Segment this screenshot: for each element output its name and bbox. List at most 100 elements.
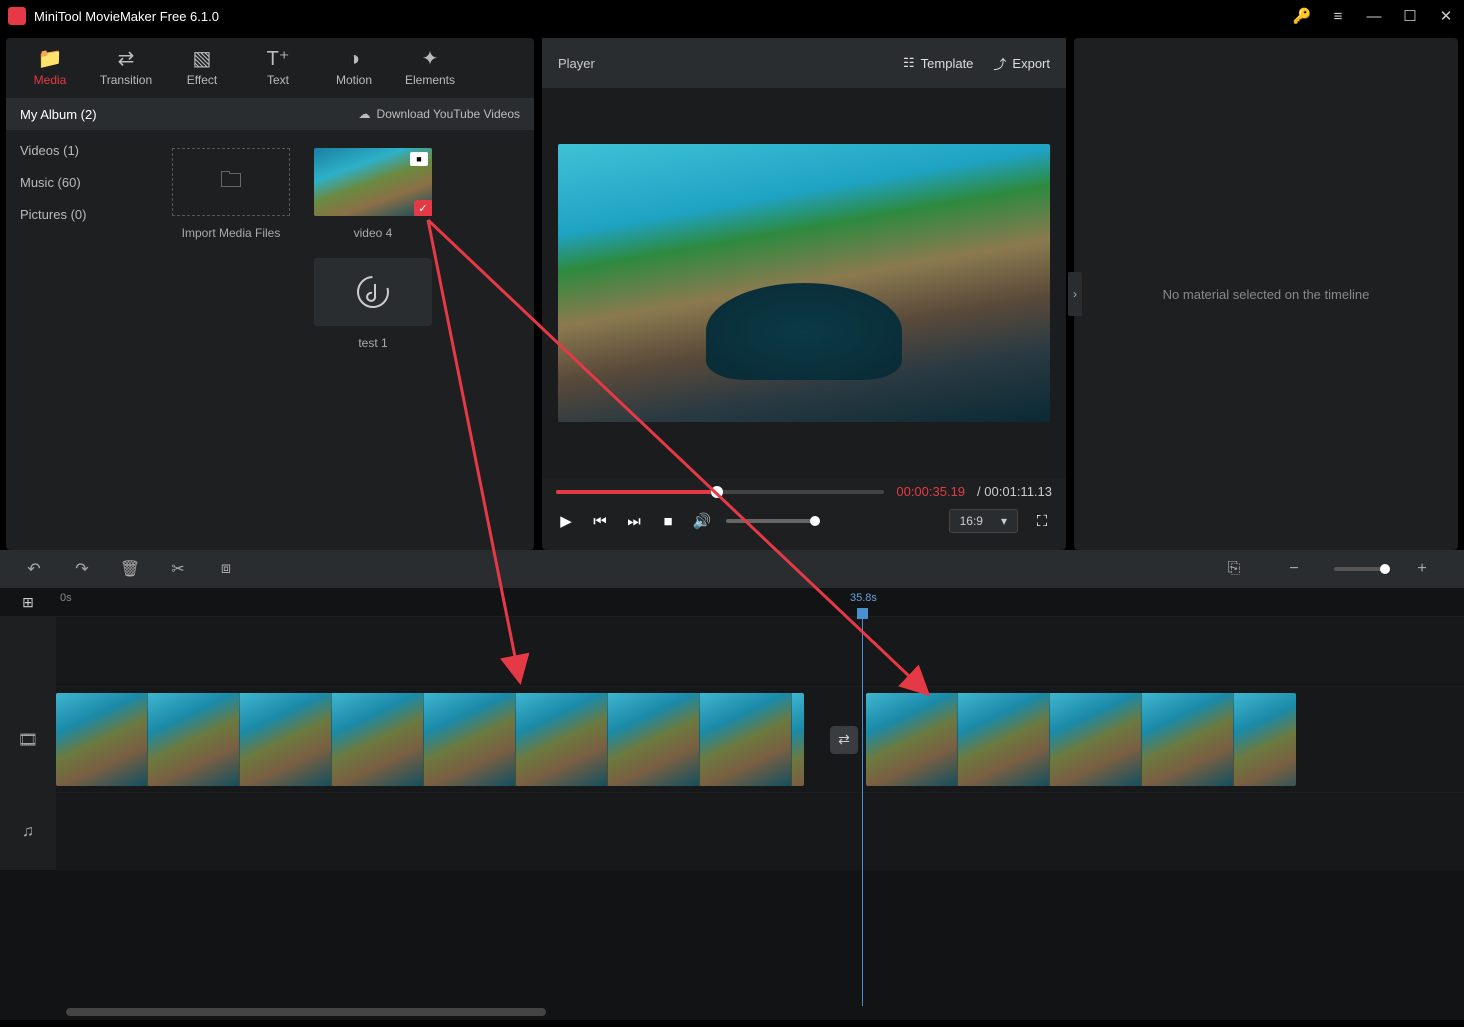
folder-icon: 📁: [38, 49, 63, 69]
crop-button[interactable]: ⧈: [206, 555, 246, 583]
media-item-audio[interactable]: test 1: [314, 258, 432, 350]
stop-button[interactable]: ■: [658, 511, 678, 531]
tab-elements[interactable]: ✦ Elements: [394, 40, 466, 96]
add-track-button[interactable]: ⊞: [0, 588, 56, 616]
sidebar-item-videos[interactable]: Videos (1): [6, 134, 158, 166]
volume-slider[interactable]: [726, 519, 820, 523]
maximize-button[interactable]: ☐: [1400, 6, 1420, 26]
upload-icon: ⤴: [993, 54, 1006, 73]
app-logo: [8, 7, 26, 25]
close-button[interactable]: ✕: [1436, 6, 1456, 26]
audio-track-icon: ♫: [0, 793, 56, 870]
download-youtube-link[interactable]: ☁ Download YouTube Videos: [359, 107, 520, 121]
zoom-slider[interactable]: [1334, 567, 1390, 571]
swap-icon: ⇄: [118, 49, 135, 69]
fullscreen-button[interactable]: ⛶: [1032, 511, 1052, 531]
current-time: 00:00:35.19: [896, 484, 965, 499]
layers-icon: ▧: [193, 49, 212, 69]
player-controls: 00:00:35.19 / 00:01:11.13 ▶ ⏮ ⏭ ■ 🔊 16:9…: [542, 478, 1066, 550]
video-clip[interactable]: [56, 693, 804, 786]
video-track: 🎞 ⇄: [0, 686, 1464, 792]
minimize-button[interactable]: —: [1364, 6, 1384, 26]
album-header: My Album (2) ☁ Download YouTube Videos: [6, 98, 534, 130]
title-bar: MiniTool MovieMaker Free 6.1.0 🔑 ≡ — ☐ ✕: [0, 0, 1464, 32]
stack-icon: ☷: [903, 55, 915, 71]
tab-motion[interactable]: ◑ Motion: [318, 40, 390, 96]
import-dropzone[interactable]: 🗀: [172, 148, 290, 216]
audio-track: ♫: [0, 792, 1464, 870]
app-title: MiniTool MovieMaker Free 6.1.0: [34, 9, 1292, 24]
ruler-zero: 0s: [60, 592, 72, 604]
player-panel: Player ☷ Template ⤴ Export 00:00:35.19 /…: [542, 38, 1066, 550]
export-button[interactable]: ⤴ Export: [993, 54, 1050, 73]
overlay-track-body[interactable]: [56, 617, 1464, 686]
seek-slider[interactable]: [556, 490, 884, 494]
folder-icon: 🗀: [220, 163, 242, 201]
total-time: / 00:01:11.13: [977, 484, 1052, 499]
next-frame-button[interactable]: ⏭: [624, 511, 644, 531]
media-item-label: test 1: [358, 336, 387, 350]
media-panel: 📁 Media ⇄ Transition ▧ Effect T⁺ Text ◑ …: [6, 38, 534, 550]
category-tabs: 📁 Media ⇄ Transition ▧ Effect T⁺ Text ◑ …: [6, 38, 534, 98]
media-item-label: video 4: [354, 226, 393, 240]
timeline-ruler[interactable]: ⊞ 0s 35.8s: [0, 588, 1464, 616]
upgrade-key-icon[interactable]: 🔑: [1292, 6, 1312, 26]
playhead-time: 35.8s: [850, 592, 877, 604]
transition-chip[interactable]: ⇄: [830, 726, 858, 754]
chevron-down-icon: ▾: [1001, 514, 1007, 528]
video-clip[interactable]: [866, 693, 1296, 786]
import-card[interactable]: 🗀 Import Media Files: [172, 148, 290, 350]
overlay-track: [0, 616, 1464, 686]
tab-label: Transition: [100, 73, 152, 87]
check-icon: ✓: [414, 200, 432, 216]
text-icon: T⁺: [267, 49, 290, 69]
zoom-in-button[interactable]: +: [1402, 555, 1442, 583]
cloud-download-icon: ☁: [359, 107, 371, 121]
import-label: Import Media Files: [182, 226, 281, 240]
volume-icon[interactable]: 🔊: [692, 511, 712, 531]
video-track-icon: 🎞: [0, 687, 56, 792]
template-button[interactable]: ☷ Template: [903, 55, 973, 71]
tab-media[interactable]: 📁 Media: [14, 40, 86, 96]
audio-track-body[interactable]: [56, 793, 1464, 870]
video-track-body[interactable]: ⇄: [56, 687, 1464, 792]
video-badge-icon: ■: [410, 152, 428, 166]
timeline-toolbar: ↶ ↷ 🗑 ✂ ⧈ ⎘ − +: [0, 550, 1464, 588]
tab-text[interactable]: T⁺ Text: [242, 40, 314, 96]
redo-button[interactable]: ↷: [62, 555, 102, 583]
sparkle-icon: ✦: [422, 49, 439, 69]
player-header: Player ☷ Template ⤴ Export: [542, 38, 1066, 88]
media-thumbnail[interactable]: [314, 258, 432, 326]
preview-area: [542, 88, 1066, 478]
tab-label: Effect: [187, 73, 217, 87]
album-title: My Album (2): [20, 107, 97, 122]
menu-icon[interactable]: ≡: [1328, 6, 1348, 26]
prev-frame-button[interactable]: ⏮: [590, 511, 610, 531]
tab-transition[interactable]: ⇄ Transition: [90, 40, 162, 96]
tab-label: Motion: [336, 73, 372, 87]
media-thumbnail[interactable]: ■ ✓: [314, 148, 432, 216]
preview-frame[interactable]: [558, 144, 1050, 422]
aspect-ratio-dropdown[interactable]: 16:9 ▾: [949, 509, 1018, 533]
fit-button[interactable]: ⎘: [1214, 555, 1254, 583]
tab-label: Media: [34, 73, 67, 87]
play-button[interactable]: ▶: [556, 511, 576, 531]
empty-state-text: No material selected on the timeline: [1074, 38, 1458, 550]
playhead[interactable]: [862, 616, 863, 1006]
tab-effect[interactable]: ▧ Effect: [166, 40, 238, 96]
player-title: Player: [558, 56, 883, 71]
delete-button[interactable]: 🗑: [110, 555, 150, 583]
timeline-scrollbar[interactable]: [0, 1006, 1464, 1020]
undo-button[interactable]: ↶: [14, 555, 54, 583]
sidebar-item-pictures[interactable]: Pictures (0): [6, 198, 158, 230]
collapse-toggle[interactable]: ›: [1068, 272, 1082, 316]
tab-label: Text: [267, 73, 289, 87]
properties-panel: › No material selected on the timeline: [1074, 38, 1458, 550]
split-button[interactable]: ✂: [158, 555, 198, 583]
sidebar-item-music[interactable]: Music (60): [6, 166, 158, 198]
timeline-tracks: 🎞 ⇄ ♫: [0, 616, 1464, 1006]
overlay-track-head: [0, 617, 56, 686]
media-grid: 🗀 Import Media Files ■ ✓ video 4 test 1: [158, 130, 534, 550]
timeline-panel: ↶ ↷ 🗑 ✂ ⧈ ⎘ − + ⊞ 0s 35.8s 🎞: [0, 550, 1464, 1020]
zoom-out-button[interactable]: −: [1274, 555, 1314, 583]
